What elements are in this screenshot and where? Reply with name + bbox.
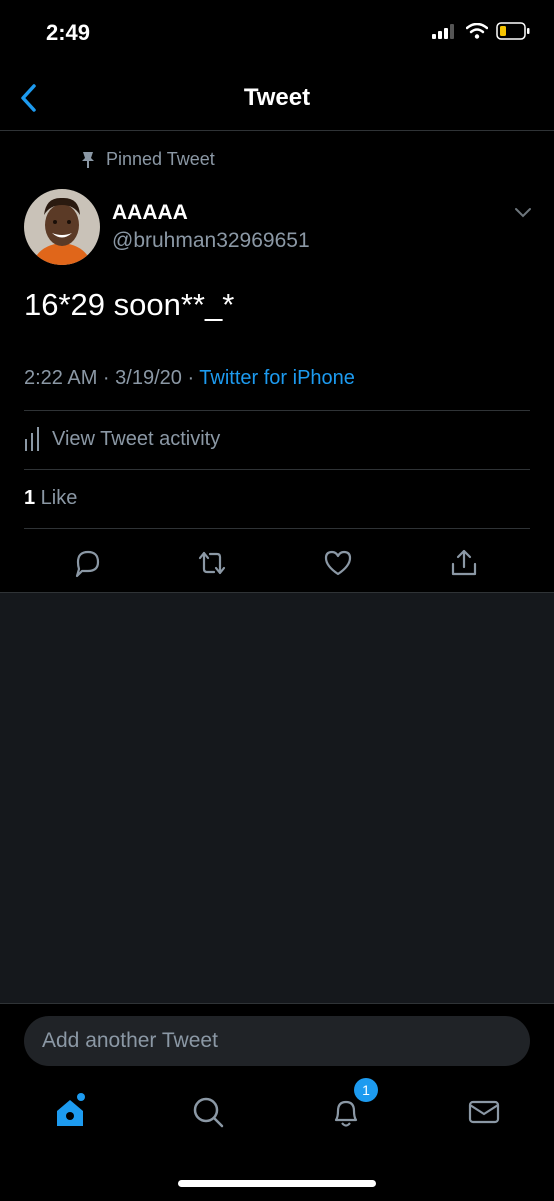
activity-label: View Tweet activity bbox=[52, 427, 221, 450]
search-icon[interactable] bbox=[188, 1092, 228, 1132]
view-tweet-activity[interactable]: View Tweet activity bbox=[24, 427, 220, 451]
home-icon[interactable] bbox=[50, 1092, 90, 1132]
display-name[interactable]: AAAAA bbox=[112, 201, 188, 225]
activity-chart-icon bbox=[25, 427, 39, 451]
tweet-timestamp: 2:22 AM · 3/19/20 · bbox=[24, 367, 200, 389]
like-label: Like bbox=[35, 487, 78, 509]
divider bbox=[24, 469, 530, 470]
replies-area bbox=[0, 592, 554, 1004]
bottom-bar: 1 bbox=[0, 1003, 554, 1201]
user-handle[interactable]: @bruhman32969651 bbox=[112, 229, 310, 253]
page-title: Tweet bbox=[243, 84, 311, 111]
tweet-actions bbox=[0, 541, 554, 581]
status-bar: 2:49 bbox=[0, 0, 554, 66]
status-icons bbox=[432, 22, 530, 40]
compose-reply[interactable] bbox=[24, 1016, 530, 1066]
pinned-label: Pinned Tweet bbox=[106, 149, 215, 169]
retweet-icon[interactable] bbox=[196, 547, 228, 579]
divider bbox=[24, 528, 530, 529]
heart-icon[interactable] bbox=[322, 547, 354, 579]
mail-icon[interactable] bbox=[464, 1092, 504, 1132]
battery-icon bbox=[496, 22, 530, 40]
tweet-text: 16*29 soon**_* bbox=[24, 287, 235, 322]
pin-icon bbox=[82, 151, 94, 168]
nav-bar: Tweet bbox=[0, 66, 554, 131]
reply-icon[interactable] bbox=[72, 547, 104, 579]
signal-icon bbox=[432, 24, 454, 39]
chevron-down-icon[interactable] bbox=[514, 207, 532, 219]
avatar-image bbox=[24, 189, 100, 265]
like-count-value: 1 bbox=[24, 487, 36, 509]
avatar[interactable] bbox=[24, 189, 100, 265]
share-icon[interactable] bbox=[448, 547, 480, 579]
pinned-indicator: Pinned Tweet bbox=[80, 149, 215, 170]
tab-bar: 1 bbox=[0, 1078, 554, 1144]
wifi-icon bbox=[466, 23, 488, 39]
notification-badge: 1 bbox=[354, 1078, 378, 1102]
add-tweet-input[interactable] bbox=[24, 1016, 530, 1066]
tweet-source-link[interactable]: Twitter for iPhone bbox=[199, 367, 355, 389]
home-indicator bbox=[178, 1180, 376, 1187]
tweet-detail: Pinned Tweet AAAAA @bruhman32969651 16*2… bbox=[0, 131, 554, 591]
likes-count[interactable]: 1 Like bbox=[24, 487, 77, 510]
divider bbox=[24, 410, 530, 411]
status-time: 2:49 bbox=[46, 20, 91, 45]
tweet-meta: 2:22 AM · 3/19/20 · Twitter for iPhone bbox=[24, 367, 355, 390]
